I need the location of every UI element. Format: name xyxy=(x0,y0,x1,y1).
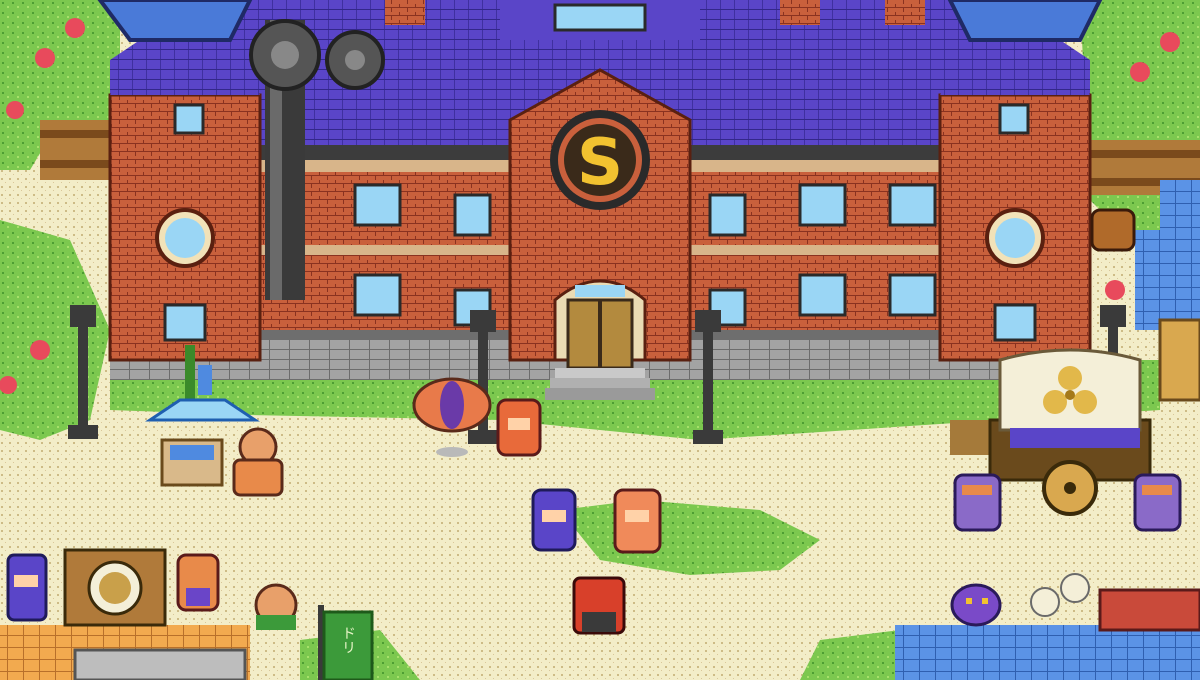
npc-purple-hair-girl[interactable] xyxy=(531,488,577,552)
player-character[interactable] xyxy=(572,576,626,635)
npc-old-woman[interactable] xyxy=(176,553,220,612)
shop-banner: ドリ xyxy=(318,605,374,680)
npc-bald-vendor[interactable] xyxy=(254,583,298,630)
npc-vendor-right[interactable] xyxy=(1133,473,1182,532)
town-square-scene: S ドリ xyxy=(0,0,1200,680)
academy-emblem: S xyxy=(550,110,650,210)
npc-red-hood[interactable] xyxy=(496,398,542,457)
npc-shopkeeper-left[interactable] xyxy=(6,553,48,622)
ghost-pokemon[interactable] xyxy=(950,583,1002,627)
npc-bald-man[interactable] xyxy=(232,427,284,497)
npc-orange-hair-boy[interactable] xyxy=(613,488,662,554)
stone-statue-right xyxy=(947,0,1103,42)
round-window-left xyxy=(155,208,215,268)
wooden-fence-left xyxy=(40,120,120,180)
emblem-letter: S xyxy=(577,126,623,200)
npc-vendor-left[interactable] xyxy=(953,473,1002,532)
entrance-steps xyxy=(545,368,655,400)
round-window-right xyxy=(985,208,1045,268)
entrance xyxy=(553,279,647,370)
npc-bear-cub[interactable] xyxy=(1090,208,1136,252)
banner-text: ドリ xyxy=(340,626,356,654)
